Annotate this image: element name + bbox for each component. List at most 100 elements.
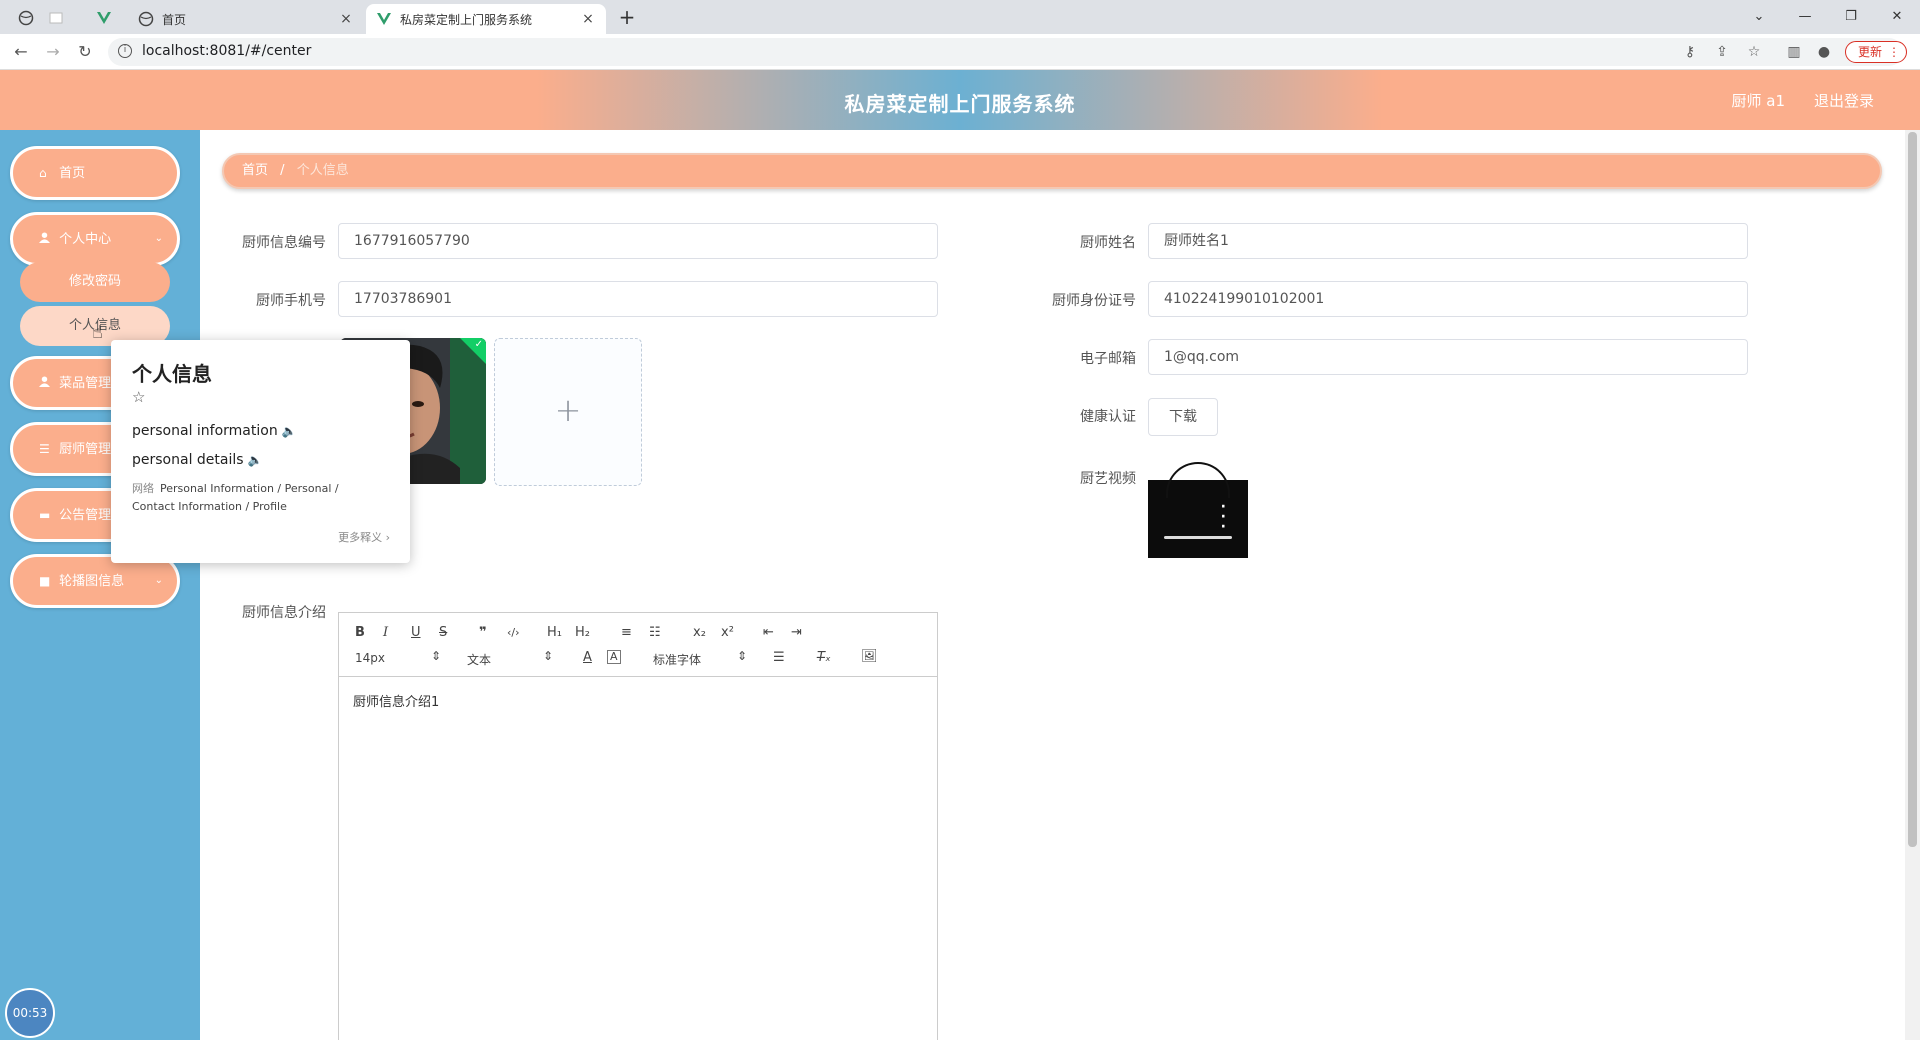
rich-text-editor[interactable]: B I U S ❞ ‹/› H₁ H₂ ≡ ☷ x₂ x² ⇤ ⇥ 14px ⇕… (338, 612, 938, 1040)
outdent-icon[interactable]: ⇤ (763, 625, 774, 640)
back-icon[interactable]: ← (8, 40, 34, 64)
tab-active[interactable]: 私房菜定制上门服务系统 × (366, 4, 606, 34)
ordered-list-icon[interactable]: ≡ (621, 625, 632, 640)
key-icon[interactable]: ⚷ (1680, 42, 1700, 62)
phone-label: 厨师手机号 (256, 293, 326, 309)
profile-icon[interactable]: ● (1814, 42, 1834, 62)
user-icon (39, 359, 55, 407)
clear-format-icon[interactable]: T̶ₓ (817, 650, 831, 665)
translation-popup: 个人信息 ☆ personal information 🔈 personal de… (111, 340, 410, 563)
font-color-icon[interactable]: A (583, 650, 592, 665)
h1-icon[interactable]: H₁ (547, 625, 562, 640)
restore-button[interactable]: ❐ (1828, 4, 1874, 30)
list-icon: ☰ (39, 442, 50, 456)
more-definitions-link[interactable]: 更多释义 › (338, 529, 390, 545)
close-icon[interactable]: × (338, 11, 354, 27)
cooking-video-player[interactable]: · · · (1148, 462, 1248, 558)
sidebar-item-label: 菜品管理 (59, 376, 112, 391)
editor-content[interactable]: 厨师信息介绍1 (353, 691, 439, 710)
speaker-icon[interactable]: 🔈 (282, 424, 297, 438)
font-family-select[interactable]: 标准字体 (653, 651, 701, 668)
favorite-star-icon[interactable]: ☆ (132, 388, 145, 406)
video-more-icon[interactable]: · · · (1221, 500, 1226, 534)
chef-no-field[interactable]: 1677916057790 (338, 223, 938, 259)
vue-icon (377, 13, 391, 25)
user-icon (39, 215, 55, 263)
new-tab-button[interactable]: + (615, 6, 639, 30)
chef-name-field[interactable]: 厨师姓名1 (1148, 223, 1748, 259)
close-icon[interactable]: × (580, 11, 596, 27)
subscript-icon[interactable]: x₂ (693, 625, 706, 640)
email-field[interactable]: 1@qq.com (1148, 339, 1748, 375)
popup-word: 个人信息 (132, 362, 212, 386)
email-label: 电子邮箱 (1080, 351, 1136, 367)
id-card-field[interactable]: 410224199010102001 (1148, 281, 1748, 317)
submenu-change-password[interactable]: 修改密码 (20, 262, 170, 302)
select-arrows-icon: ⇕ (543, 649, 554, 663)
breadcrumb-home[interactable]: 首页 (242, 163, 268, 178)
indent-icon[interactable]: ⇥ (791, 625, 802, 640)
h2-icon[interactable]: H₂ (575, 625, 590, 640)
upload-image-button[interactable]: + (494, 338, 642, 486)
sidebar-item-label: 首页 (59, 166, 86, 181)
url-input[interactable]: i localhost:8081/#/center (108, 38, 1903, 66)
plus-icon: + (554, 391, 582, 429)
definition-text: personal information (132, 423, 278, 439)
sidepanel-icon[interactable]: ▥ (1784, 42, 1804, 62)
url-text: localhost:8081/#/center (142, 43, 312, 59)
site-info-icon[interactable]: i (118, 44, 132, 58)
image-icon[interactable]: 🖼 (861, 649, 878, 664)
breadcrumb-separator: / (280, 163, 285, 178)
app-header: 私房菜定制上门服务系统 厨师 a1 退出登录 (0, 70, 1920, 130)
phone-field[interactable]: 17703786901 (338, 281, 938, 317)
tab-search-icon[interactable]: ⌄ (1736, 4, 1782, 30)
underline-icon[interactable]: U (411, 625, 421, 640)
share-icon[interactable]: ⇪ (1712, 42, 1732, 62)
logout-link[interactable]: 退出登录 (1814, 90, 1874, 111)
update-button[interactable]: 更新 ⋮ (1845, 41, 1907, 63)
pinned-tab-globe-icon[interactable] (14, 6, 38, 30)
editor-toolbar: B I U S ❞ ‹/› H₁ H₂ ≡ ☷ x₂ x² ⇤ ⇥ 14px ⇕… (339, 613, 937, 677)
monitor-icon: ▬ (39, 508, 51, 522)
sidebar-item-home[interactable]: ⌂ 首页 (10, 146, 180, 200)
blockquote-icon[interactable]: ❞ (479, 625, 487, 640)
bold-icon[interactable]: B (355, 625, 365, 640)
minimize-button[interactable]: — (1782, 4, 1828, 30)
italic-icon[interactable]: I (383, 625, 388, 640)
reload-icon[interactable]: ↻ (72, 40, 98, 64)
current-user: 厨师 a1 (1731, 92, 1785, 110)
download-button[interactable]: 下载 (1148, 398, 1218, 436)
bullet-list-icon[interactable]: ☷ (649, 625, 661, 640)
scroll-thumb[interactable] (1908, 132, 1917, 847)
speaker-icon[interactable]: 🔈 (248, 453, 263, 467)
definition-text: personal details (132, 452, 244, 468)
font-size-select[interactable]: 14px (355, 651, 385, 665)
sidebar-item-label: 公告管理 (59, 508, 112, 523)
select-arrows-icon: ⇕ (737, 649, 748, 663)
pinned-tab-blank-icon[interactable] (44, 6, 68, 30)
popup-source: 网络 Personal Information / Personal / Cont… (132, 480, 382, 516)
chef-no-label: 厨师信息编号 (242, 235, 326, 251)
superscript-icon[interactable]: x² (721, 625, 734, 640)
source-text: Personal Information / Personal / Contac… (132, 482, 339, 513)
video-label: 厨艺视频 (1080, 471, 1136, 487)
star-icon[interactable]: ☆ (1744, 42, 1764, 62)
tab-home[interactable]: 首页 × (128, 4, 364, 34)
video-progress-bar[interactable] (1164, 536, 1232, 539)
chevron-down-icon: ⌄ (154, 575, 163, 586)
popup-definition: personal information 🔈 (132, 423, 297, 439)
more-menu-icon: ⋮ (1888, 45, 1900, 59)
page-scrollbar[interactable] (1905, 130, 1920, 1040)
pinned-tab-vue-icon[interactable] (92, 6, 116, 30)
background-color-icon[interactable]: A (607, 650, 621, 664)
code-icon[interactable]: ‹/› (507, 626, 520, 639)
align-icon[interactable]: ☰ (773, 650, 785, 665)
window-close-button[interactable]: ✕ (1874, 4, 1920, 30)
chevron-down-icon: ⌄ (154, 233, 163, 244)
sidebar-item-personal-center[interactable]: 个人中心 ⌄ (10, 212, 180, 266)
strike-icon[interactable]: S (439, 625, 447, 640)
update-label: 更新 (1858, 45, 1883, 59)
forward-icon[interactable]: → (40, 40, 66, 64)
home-icon: ⌂ (39, 166, 47, 180)
header-select[interactable]: 文本 (467, 651, 491, 668)
